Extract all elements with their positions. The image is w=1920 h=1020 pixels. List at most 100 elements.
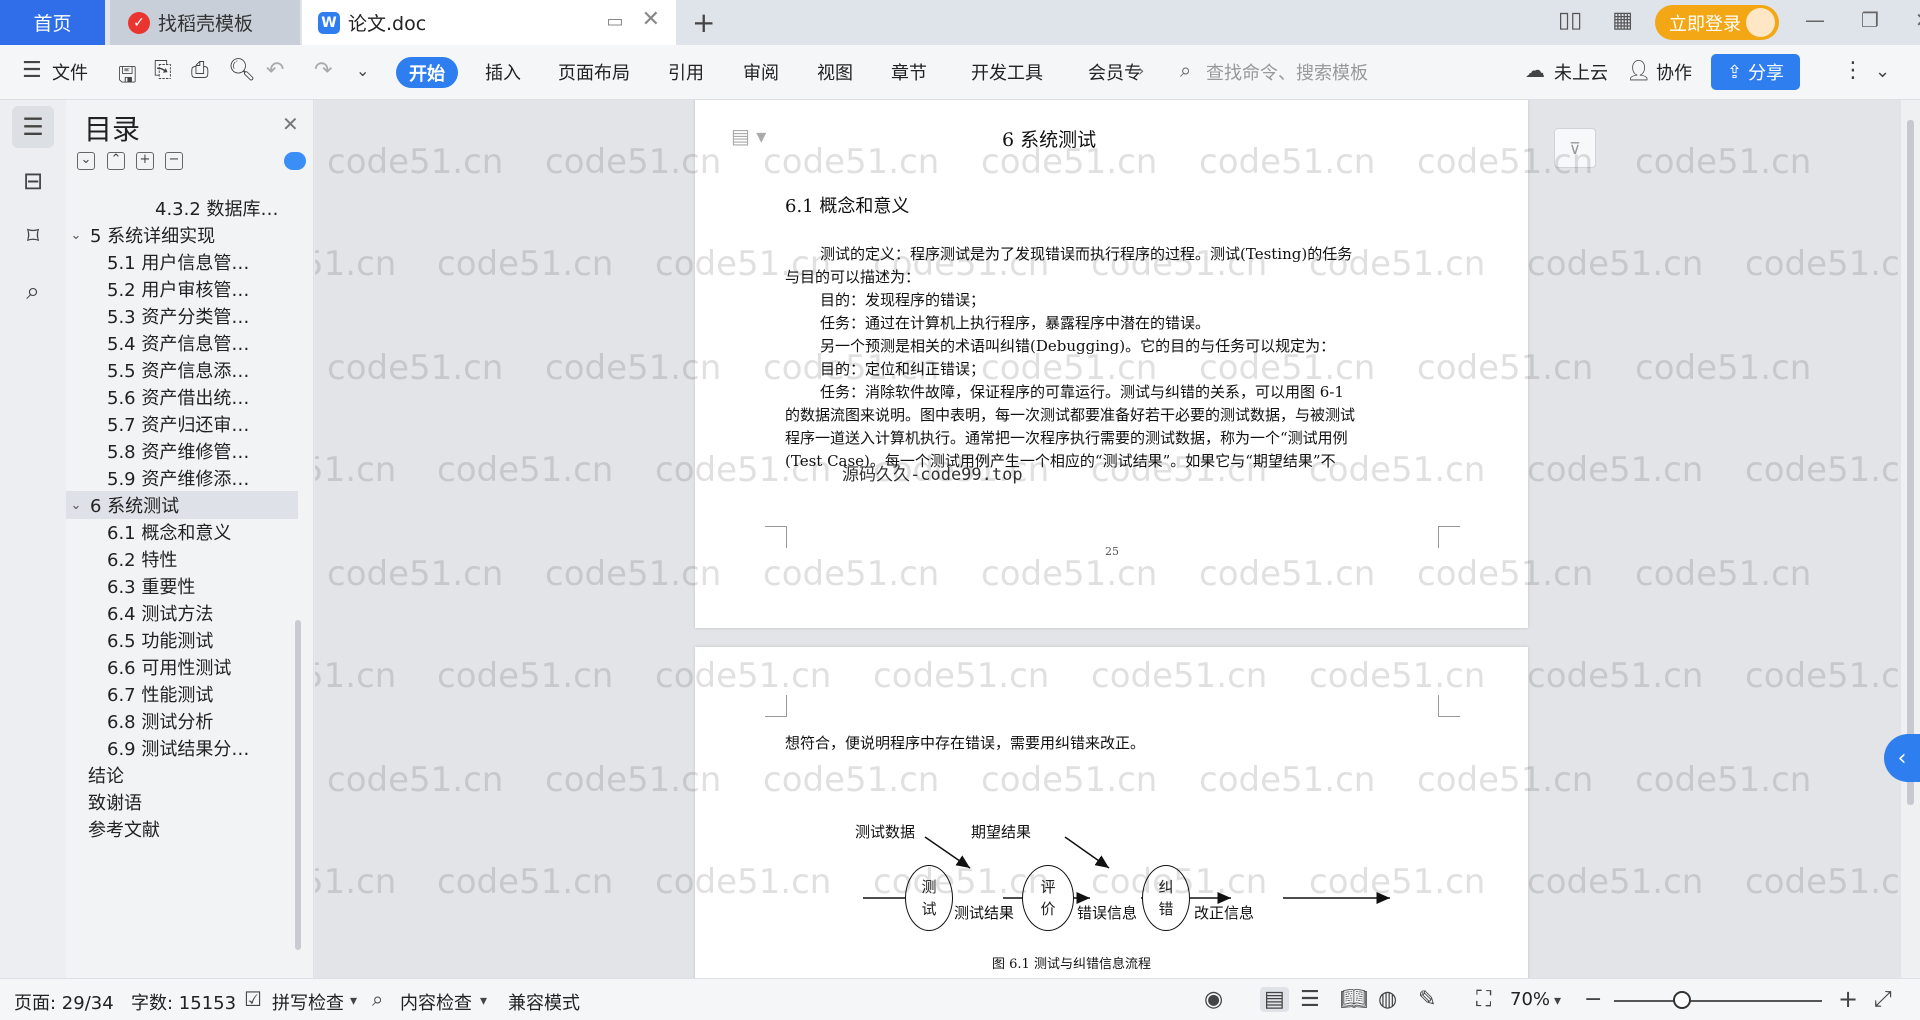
remove-heading-icon[interactable]: −	[165, 152, 183, 170]
zoom-out-icon[interactable]: −	[1584, 987, 1602, 1012]
share-button[interactable]: ⇪ 分享	[1711, 54, 1800, 90]
tab-zhaodaoke[interactable]: ✓ 找稻壳模板	[110, 0, 300, 45]
outline-item[interactable]: 5.7 资产归还审…	[66, 410, 314, 438]
redo-icon[interactable]: ↷	[314, 58, 332, 83]
expand-up-icon[interactable]: ⌃	[107, 152, 125, 170]
collapse-all-icon[interactable]: ⌄	[77, 152, 95, 170]
tab-document[interactable]: W 论文.doc ▭ ✕	[302, 0, 676, 45]
save-icon[interactable]: 🖫	[118, 58, 137, 96]
outline-item[interactable]: ⌄ 5 系统详细实现	[66, 221, 314, 249]
outline-panel-icon[interactable]: ☰	[12, 106, 54, 148]
menu-review[interactable]: 审阅	[743, 59, 779, 85]
outline-item[interactable]: 6.1 概念和意义	[66, 518, 314, 546]
fit-page-icon[interactable]: ⛶	[1476, 987, 1491, 1012]
outline-item[interactable]: 5.8 资产维修管…	[66, 437, 314, 465]
hamburger-menu-icon[interactable]: ☰	[22, 58, 42, 83]
scrollbar-thumb[interactable]	[1907, 120, 1914, 805]
menu-chapter[interactable]: 章节	[891, 59, 927, 85]
outline-item[interactable]: 6.2 特性	[66, 545, 314, 573]
outline-close-icon[interactable]: ✕	[282, 112, 299, 136]
minimize-icon[interactable]: —	[1805, 8, 1825, 32]
reading-layout-icon[interactable]: ▯▯	[1558, 8, 1582, 33]
chevron-down-icon[interactable]: ⌄	[68, 228, 84, 243]
outline-item-active[interactable]: ⌄ 6 系统测试	[66, 491, 298, 519]
page-style-icon[interactable]: ▤ ▾	[731, 124, 766, 148]
quick-access-dropdown-icon[interactable]: ⌄	[356, 61, 369, 80]
undo-icon[interactable]: ↶	[266, 58, 284, 83]
menu-start[interactable]: 开始	[396, 57, 458, 88]
eye-protection-icon[interactable]: ◉	[1204, 987, 1223, 1012]
outline-item[interactable]: 6.8 测试分析	[66, 707, 314, 735]
spell-check-dropdown-icon[interactable]: ▾	[350, 993, 357, 1009]
outline-item[interactable]: 致谢语	[66, 788, 314, 816]
write-mode-icon[interactable]: ✎	[1418, 987, 1436, 1012]
export-pdf-icon[interactable]: ⎘	[154, 58, 172, 83]
menu-reference[interactable]: 引用	[668, 59, 704, 85]
more-menu-chevron-icon[interactable]: ›	[1138, 61, 1144, 80]
document-page[interactable]: ▤ ▾ 6 系统测试 6.1 概念和意义 测试的定义：程序测试是为了发现错误而执…	[695, 100, 1528, 628]
menu-view[interactable]: 视图	[817, 59, 853, 85]
outline-scrollbar[interactable]	[295, 620, 301, 950]
outline-item[interactable]: 5.4 资产信息管…	[66, 329, 314, 357]
collaborate-button[interactable]: 协作	[1656, 59, 1692, 85]
outline-item[interactable]: 参考文献	[66, 815, 314, 843]
ribbon-collapse-icon[interactable]: ⌄	[1875, 61, 1890, 82]
word-count[interactable]: 字数: 15153	[131, 989, 236, 1015]
zoom-slider[interactable]	[1614, 1000, 1822, 1002]
menu-page-layout[interactable]: 页面布局	[558, 59, 630, 85]
menu-file[interactable]: 文件	[52, 59, 88, 85]
page-side-toggle-icon[interactable]: ⊽	[1554, 128, 1596, 168]
document-page[interactable]: 想符合，便说明程序中存在错误，需要用纠错来改正。 测试数据 期望结果 测试 评价…	[695, 647, 1528, 978]
menu-dev-tools[interactable]: 开发工具	[971, 59, 1043, 85]
login-button[interactable]: 立即登录	[1655, 5, 1779, 40]
outline-item[interactable]: 6.7 性能测试	[66, 680, 314, 708]
content-check-button[interactable]: 内容检查	[400, 989, 472, 1015]
outline-item[interactable]: 5.6 资产借出统…	[66, 383, 314, 411]
spell-check-button[interactable]: 拼写检查	[272, 989, 344, 1015]
vertical-scrollbar[interactable]	[1901, 100, 1920, 978]
print-icon[interactable]: ⎙	[191, 58, 209, 83]
bookmark-icon[interactable]: ⌑	[12, 215, 54, 257]
add-heading-icon[interactable]: +	[136, 152, 154, 170]
tab-home[interactable]: 首页	[0, 0, 105, 45]
print-preview-icon[interactable]: 🔍︎	[228, 58, 256, 83]
apps-grid-icon[interactable]: ▦	[1612, 8, 1633, 33]
zoom-in-icon[interactable]: +	[1838, 985, 1858, 1013]
outline-item[interactable]: 6.5 功能测试	[66, 626, 314, 654]
outline-item[interactable]: 5.3 资产分类管…	[66, 302, 314, 330]
cloud-status[interactable]: 未上云	[1554, 59, 1608, 85]
outline-item[interactable]: 5.2 用户审核管…	[66, 275, 314, 303]
outline-item[interactable]: 5.1 用户信息管…	[66, 248, 314, 276]
more-options-icon[interactable]: ⋮	[1842, 58, 1864, 83]
outline-item[interactable]: 6.6 可用性测试	[66, 653, 314, 681]
outline-item[interactable]: 4.3.2 数据库…	[66, 194, 314, 222]
zoom-dropdown-icon[interactable]: ▾	[1554, 993, 1561, 1009]
outline-item[interactable]: 6.9 测试结果分…	[66, 734, 314, 762]
zoom-slider-handle[interactable]	[1673, 991, 1691, 1009]
page-view-icon[interactable]: ▤	[1260, 987, 1289, 1012]
window-close-icon[interactable]: ✕	[1915, 8, 1920, 32]
chevron-down-icon[interactable]: ⌄	[68, 498, 84, 513]
tab-close-icon[interactable]: ✕	[642, 9, 660, 32]
page-count[interactable]: 页面: 29/34	[14, 989, 114, 1015]
outline-item[interactable]: 5.5 资产信息添…	[66, 356, 314, 384]
outline-item[interactable]: 5.9 资产维修添…	[66, 464, 314, 492]
outline-item[interactable]: 结论	[66, 761, 314, 789]
smart-outline-icon[interactable]	[284, 152, 306, 170]
command-search-input[interactable]: 查找命令、搜索模板	[1206, 59, 1368, 85]
find-icon[interactable]: ⌕	[12, 270, 54, 312]
section-nav-icon[interactable]: ⊟	[12, 160, 54, 202]
outline-view-icon[interactable]: ☰	[1300, 987, 1320, 1012]
reading-view-icon[interactable]: 📖︎	[1340, 987, 1368, 1012]
outline-item[interactable]: 6.3 重要性	[66, 572, 314, 600]
content-check-dropdown-icon[interactable]: ▾	[480, 993, 487, 1009]
tab-pin-icon[interactable]: ▭	[607, 11, 624, 32]
zoom-level[interactable]: 70%	[1510, 989, 1550, 1010]
web-view-icon[interactable]: ◍	[1378, 987, 1397, 1012]
menu-insert[interactable]: 插入	[485, 59, 521, 85]
restore-icon[interactable]: ❐	[1861, 8, 1879, 32]
new-tab-plus-icon[interactable]: +	[692, 6, 715, 39]
outline-item[interactable]: 6.4 测试方法	[66, 599, 314, 627]
fullscreen-icon[interactable]: ⤢	[1874, 987, 1892, 1012]
menu-member[interactable]: 会员专	[1088, 59, 1142, 85]
